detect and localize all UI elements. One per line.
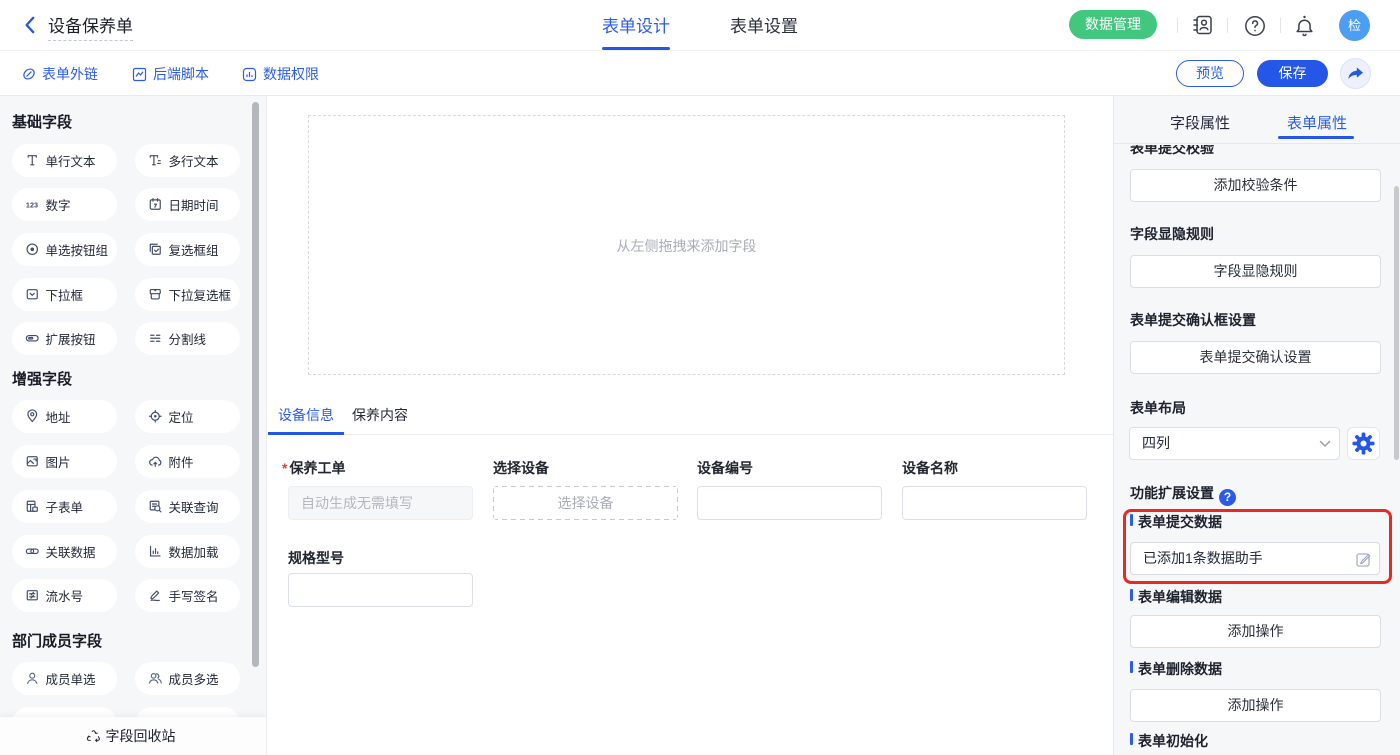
- svg-text:123: 123: [26, 201, 38, 210]
